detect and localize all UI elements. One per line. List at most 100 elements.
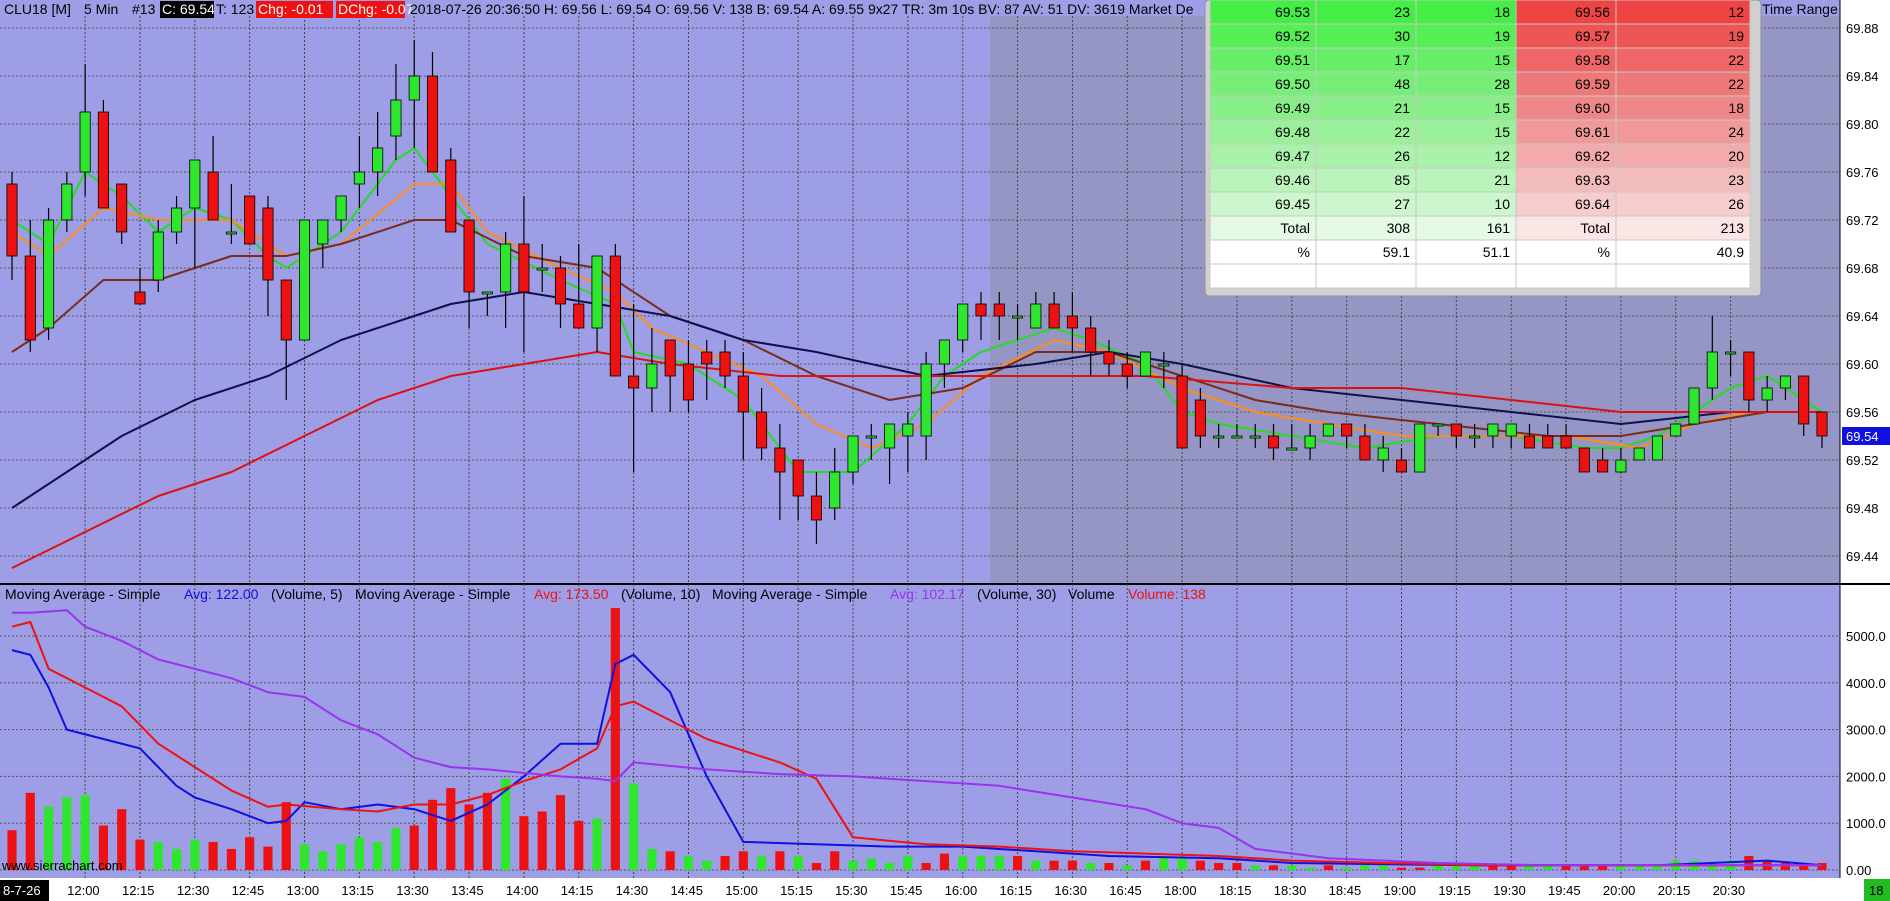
volume-bar: [994, 855, 1004, 870]
volume-bar: [738, 851, 748, 870]
volume-bar: [1305, 867, 1315, 870]
candle-body: [1779, 375, 1791, 389]
candle-body: [280, 279, 292, 341]
depth-cell: [1415, 263, 1517, 289]
candle-body: [1176, 375, 1188, 449]
volume-tick-label: 3000.0: [1846, 723, 1886, 738]
depth-cell: [1315, 263, 1417, 289]
volume-bar: [1049, 860, 1059, 870]
volume-bar: [1360, 865, 1370, 870]
volume-bar: [1140, 860, 1151, 870]
volume-bar: [885, 862, 895, 870]
depth-cell-text: 27: [1394, 196, 1410, 212]
ma1-avg: Avg: 122.00: [184, 586, 259, 602]
volume-tick-label: 5000.0: [1846, 629, 1886, 644]
depth-cell-text: 69.57: [1575, 28, 1610, 44]
candle-body: [1688, 387, 1700, 425]
depth-cell-text: 21: [1494, 172, 1510, 188]
volume-bar: [811, 862, 822, 870]
price-tick-label: 69.44: [1846, 549, 1879, 564]
candle-body: [134, 291, 146, 305]
candle-body: [902, 423, 914, 437]
price-tick-label: 69.52: [1846, 453, 1879, 468]
depth-cell-text: 15: [1494, 52, 1510, 68]
market-depth-window[interactable]: 69.53 23 18 69.56 12 69.52 30 19 69.57 19 69.51 17 1…: [1204, 0, 1762, 297]
time-tick-label: 13:00: [287, 883, 320, 898]
candle-body: [79, 111, 91, 173]
candle-body: [1469, 435, 1481, 439]
ma3-param: (Volume, 30): [977, 586, 1056, 602]
time-tick-label: 12:00: [67, 883, 100, 898]
chart-canvas[interactable]: CLU18 [M] 5 Min #13 C: 69.54 T: 123 Chg:…: [0, 0, 1890, 901]
candle-body: [1012, 315, 1024, 319]
time-tick-label: 12:15: [122, 883, 155, 898]
volume-bar: [574, 820, 584, 870]
candle-body: [1377, 447, 1389, 461]
volume-bar: [1396, 867, 1407, 870]
candle-body: [957, 303, 969, 341]
volume-bar: [519, 816, 529, 870]
depth-cell-text: 23: [1728, 172, 1744, 188]
volume-bar: [720, 855, 730, 870]
time-tick-label: 14:00: [506, 883, 539, 898]
volume-tick-label: 4000.0: [1846, 676, 1886, 691]
candle-body: [171, 207, 183, 233]
time-tick-label: 13:30: [396, 883, 429, 898]
watermark: www.sierrachart.com: [1, 858, 123, 873]
time-axis: 12:00 12:15 12:30 12:45 13:00 13:15 13:30 13:45…: [67, 883, 1745, 898]
depth-cell-text: 24: [1728, 124, 1744, 140]
close-value: C: 69.54: [162, 1, 215, 17]
depth-cell-text: Total: [1280, 220, 1310, 236]
volume-bar: [939, 853, 949, 870]
volume-pane[interactable]: [0, 585, 1840, 878]
candle-body: [189, 159, 201, 209]
candle-body: [1487, 423, 1499, 437]
candle-body: [6, 183, 18, 257]
candle-body: [1140, 351, 1152, 377]
time-tick-label: 18:45: [1329, 883, 1362, 898]
candle-body: [975, 303, 987, 317]
candle-body: [774, 447, 786, 473]
price-tick-label: 69.56: [1846, 405, 1879, 420]
depth-cell-text: 21: [1394, 100, 1410, 116]
candle-body: [1158, 363, 1170, 367]
volume-tick-label: 0.00: [1846, 863, 1871, 878]
volume-bar: [958, 855, 968, 870]
ma2-param: (Volume, 10): [621, 586, 700, 602]
time-tick-label: 19:45: [1548, 883, 1581, 898]
candle-body: [646, 363, 658, 389]
time-tick-label: 19:15: [1438, 883, 1471, 898]
candle-body: [390, 99, 402, 137]
volume-bar: [1086, 862, 1096, 870]
volume-bar: [208, 841, 218, 870]
ma1-title: Moving Average - Simple: [5, 586, 161, 602]
candle-body: [481, 291, 493, 295]
depth-cell-text: 19: [1728, 28, 1744, 44]
candle-body: [719, 351, 731, 377]
candle-body: [1194, 399, 1206, 437]
candle-body: [938, 339, 950, 365]
depth-cell-text: 69.64: [1575, 196, 1610, 212]
volume-bar: [1323, 865, 1333, 870]
time-tick-label: 18:30: [1274, 883, 1307, 898]
candle-body: [1505, 423, 1517, 437]
volume-tick-label: 1000.0: [1846, 816, 1886, 831]
volume-bar: [135, 839, 145, 870]
price-tick-label: 69.60: [1846, 357, 1879, 372]
candle-body: [1103, 351, 1115, 365]
candle-body: [847, 435, 859, 473]
candle-body: [884, 423, 896, 449]
candle-body: [152, 231, 164, 281]
depth-cell-text: 69.61: [1575, 124, 1610, 140]
volume-bar: [1744, 855, 1754, 870]
candle-body: [500, 243, 512, 293]
candle-body: [1450, 423, 1462, 437]
symbol-label: CLU18 [M]: [4, 1, 71, 17]
depth-cell-text: 18: [1728, 100, 1744, 116]
ma3-avg: Avg: 102.17: [890, 586, 965, 602]
volume-bar: [903, 855, 913, 870]
volume-bar: [171, 848, 182, 870]
depth-cell-text: 12: [1728, 4, 1744, 20]
candle-body: [244, 195, 256, 245]
volume-bar: [281, 802, 291, 870]
